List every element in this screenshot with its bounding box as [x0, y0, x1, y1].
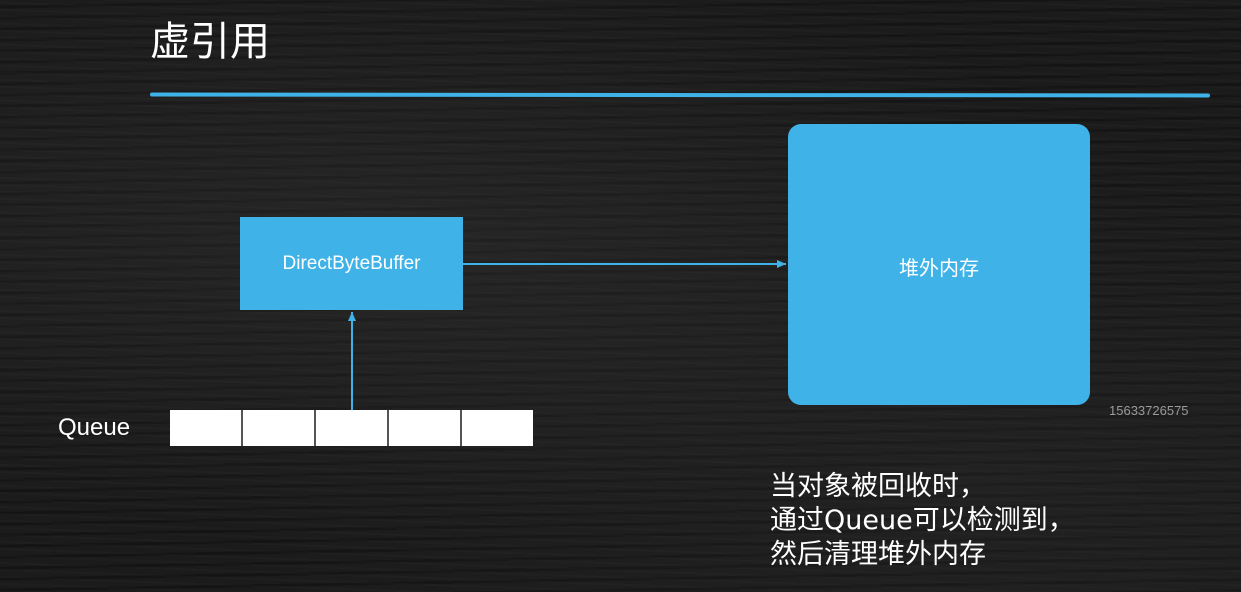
watermark-text: 15633726575	[1109, 403, 1189, 418]
caption-line: 然后清理堆外内存	[770, 539, 986, 570]
caption-text: 当对象被回收时， 通过Queue可以检测到， 然后清理堆外内存	[770, 470, 1075, 572]
caption-line: 当对象被回收时，	[770, 471, 986, 502]
caption-line: 通过Queue可以检测到，	[770, 505, 1075, 536]
